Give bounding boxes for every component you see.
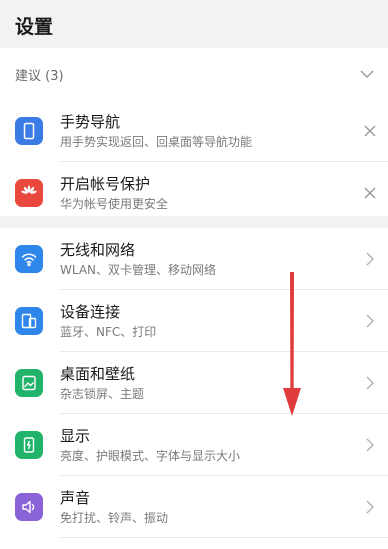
suggestion-title: 开启帐号保护 [60, 174, 151, 193]
display-icon [15, 431, 43, 459]
settings-item-title: 桌面和壁纸 [60, 364, 136, 383]
chevron-right-icon [366, 438, 374, 452]
dismiss-icon[interactable] [362, 123, 378, 139]
settings-item-sound[interactable]: 声音 免打扰、铃声、振动 [0, 476, 388, 538]
gesture-icon [15, 117, 43, 145]
settings-list: 无线和网络 WLAN、双卡管理、移动网络 设备连接 蓝牙、NFC、打印 桌面和壁… [0, 228, 388, 549]
chevron-right-icon [366, 252, 374, 266]
chevron-right-icon [366, 500, 374, 514]
suggestions-card: 建议 (3) 手势导航 用手势实现返回、回桌面等导航功能 开启帐号保护 华为帐号… [0, 48, 388, 216]
suggestions-label: 建议 (3) [15, 68, 64, 84]
suggestion-item-gesture-navigation[interactable]: 手势导航 用手势实现返回、回桌面等导航功能 [0, 100, 388, 162]
huawei-logo-icon [15, 179, 43, 207]
settings-item-wireless-network[interactable]: 无线和网络 WLAN、双卡管理、移动网络 [0, 228, 388, 290]
settings-item-subtitle: 蓝牙、NFC、打印 [60, 324, 157, 339]
settings-item-subtitle: 免打扰、铃声、振动 [60, 510, 169, 525]
suggestions-header[interactable]: 建议 (3) [0, 48, 388, 100]
settings-item-subtitle: 杂志锁屏、主题 [60, 386, 145, 401]
divider [60, 537, 388, 538]
chevron-down-icon[interactable] [359, 66, 375, 82]
settings-item-title: 无线和网络 [60, 240, 136, 259]
suggestion-subtitle: 华为帐号使用更安全 [60, 196, 169, 211]
settings-item-title: 设备连接 [60, 302, 121, 321]
settings-item-desktop-wallpaper[interactable]: 桌面和壁纸 杂志锁屏、主题 [0, 352, 388, 414]
device-connect-icon [15, 307, 43, 335]
sound-icon [15, 493, 43, 521]
settings-item-title: 声音 [60, 488, 91, 507]
suggestion-title: 手势导航 [60, 112, 121, 131]
chevron-right-icon [366, 376, 374, 390]
settings-item-subtitle: WLAN、双卡管理、移动网络 [60, 262, 217, 277]
settings-item-subtitle: 亮度、护眼模式、字体与显示大小 [60, 448, 241, 463]
wifi-icon [15, 245, 43, 273]
page-header: 设置 [0, 0, 388, 48]
settings-item-device-connection[interactable]: 设备连接 蓝牙、NFC、打印 [0, 290, 388, 352]
dismiss-icon[interactable] [362, 185, 378, 201]
wallpaper-icon [15, 369, 43, 397]
settings-item-title: 显示 [60, 426, 91, 445]
chevron-right-icon [366, 314, 374, 328]
suggestion-item-account-protection[interactable]: 开启帐号保护 华为帐号使用更安全 [0, 162, 388, 224]
suggestion-subtitle: 用手势实现返回、回桌面等导航功能 [60, 134, 253, 149]
page-title: 设置 [15, 16, 54, 38]
settings-item-display[interactable]: 显示 亮度、护眼模式、字体与显示大小 [0, 414, 388, 476]
